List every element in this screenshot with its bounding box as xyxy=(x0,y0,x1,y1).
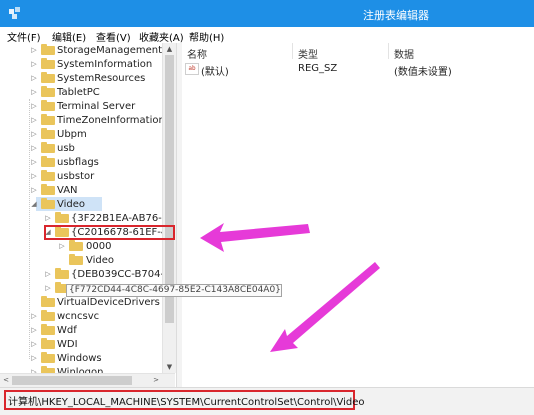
value-data: (数值未设置) xyxy=(394,67,452,78)
scroll-down-icon[interactable]: ▼ xyxy=(163,361,176,373)
folder-icon xyxy=(41,44,55,55)
column-divider[interactable] xyxy=(388,43,389,59)
tree-vertical-scrollbar[interactable]: ▲ ▼ xyxy=(162,43,176,373)
collapse-icon[interactable]: ◢ xyxy=(30,198,38,211)
expand-icon[interactable]: ▷ xyxy=(30,156,38,169)
status-bar: 计算机\HKEY_LOCAL_MACHINE\SYSTEM\CurrentCon… xyxy=(0,387,534,415)
tree-item-label: Windows xyxy=(57,353,102,364)
tree-item-label: wcncsvc xyxy=(57,311,100,322)
folder-icon xyxy=(41,338,55,349)
expand-icon[interactable]: ▷ xyxy=(30,58,38,71)
tree-item-label: WDI xyxy=(57,339,78,350)
key-name-tooltip: {F772CD44-4C8C-4697-85E2-C143A8CE04A0} xyxy=(66,284,282,297)
tree-item-label: Ubpm xyxy=(57,129,87,140)
tree-item-label: usbflags xyxy=(57,157,99,168)
folder-icon xyxy=(41,184,55,195)
folder-icon xyxy=(41,128,55,139)
tree-item-label: VirtualDeviceDrivers xyxy=(57,297,160,308)
menu-help[interactable]: 帮助(H) xyxy=(189,29,224,44)
highlight-box-selected-key xyxy=(44,225,175,240)
scroll-left-icon[interactable]: < xyxy=(0,374,12,387)
folder-icon xyxy=(41,86,55,97)
expand-icon[interactable]: ▷ xyxy=(30,324,38,337)
tree-item-label: SystemInformation xyxy=(57,59,153,70)
folder-icon xyxy=(41,100,55,111)
tree-item-label: SystemResources xyxy=(57,73,146,84)
registry-path: 计算机\HKEY_LOCAL_MACHINE\SYSTEM\CurrentCon… xyxy=(8,397,365,408)
menu-file[interactable]: 文件(F) xyxy=(7,29,41,44)
column-header-data[interactable]: 数据 xyxy=(394,46,414,61)
folder-open-icon xyxy=(41,198,55,209)
value-row-default[interactable]: ab (默认) REG_SZ (数值未设置) xyxy=(182,61,534,78)
expand-icon[interactable]: ▷ xyxy=(58,240,66,253)
menu-view[interactable]: 查看(V) xyxy=(96,29,131,44)
tree-item-label: {3F22B1EA-AB76-49 xyxy=(71,213,175,224)
expand-icon[interactable]: ▷ xyxy=(30,184,38,197)
tree-item-label: Wdf xyxy=(57,325,77,336)
folder-icon xyxy=(69,240,83,251)
expand-icon[interactable]: ▷ xyxy=(30,352,38,365)
expand-icon[interactable]: ▷ xyxy=(30,170,38,183)
folder-icon xyxy=(41,296,55,307)
expand-icon[interactable]: ▷ xyxy=(30,142,38,155)
folder-icon xyxy=(41,352,55,363)
folder-icon xyxy=(55,268,69,279)
menu-favorites[interactable]: 收藏夹(A) xyxy=(139,29,184,44)
expand-icon[interactable]: ▷ xyxy=(44,268,52,281)
folder-icon xyxy=(55,212,69,223)
value-name: (默认) xyxy=(201,67,229,78)
folder-icon xyxy=(41,170,55,181)
folder-icon xyxy=(41,156,55,167)
menu-edit[interactable]: 编辑(E) xyxy=(52,29,86,44)
value-type: REG_SZ xyxy=(298,63,338,74)
expand-icon[interactable]: ▷ xyxy=(30,100,38,113)
regedit-icon xyxy=(9,7,20,19)
title-bar[interactable]: 注册表编辑器 xyxy=(0,0,534,27)
tree-item-label: StorageManagement xyxy=(57,45,162,56)
tree-item-label: usbstor xyxy=(57,171,95,182)
string-value-icon: ab xyxy=(185,63,199,75)
folder-icon xyxy=(69,254,83,265)
tree-item-label: VAN xyxy=(57,185,78,196)
column-divider[interactable] xyxy=(292,43,293,59)
expand-icon[interactable]: ▷ xyxy=(30,128,38,141)
registry-tree[interactable]: ▷ StorageManagement ▷ SystemInformation … xyxy=(0,43,175,387)
expand-icon[interactable]: ▷ xyxy=(30,310,38,323)
tree-item-label: Video xyxy=(57,199,86,210)
menu-bar: 文件(F) 编辑(E) 查看(V) 收藏夹(A) 帮助(H) xyxy=(0,27,534,44)
tree-item-label: TimeZoneInformation xyxy=(57,115,165,126)
window-title: 注册表编辑器 xyxy=(363,9,429,22)
tree-item-label: Terminal Server xyxy=(57,101,136,112)
tree-item-label: usb xyxy=(57,143,75,154)
tree-horizontal-scrollbar[interactable]: < > xyxy=(0,373,175,387)
expand-icon[interactable]: ▷ xyxy=(30,114,38,127)
expand-icon[interactable]: ▷ xyxy=(44,282,52,295)
scroll-thumb[interactable] xyxy=(12,376,132,385)
tree-item-label: Video xyxy=(86,255,115,266)
scroll-right-icon[interactable]: > xyxy=(150,374,162,387)
folder-icon xyxy=(41,58,55,69)
value-list[interactable]: 名称 类型 数据 ab (默认) REG_SZ (数值未设置) xyxy=(182,43,534,387)
expand-icon[interactable]: ▷ xyxy=(44,212,52,225)
column-header-type[interactable]: 类型 xyxy=(298,46,318,61)
column-header-name[interactable]: 名称 xyxy=(187,46,207,61)
folder-icon xyxy=(41,324,55,335)
expand-icon[interactable]: ▷ xyxy=(30,338,38,351)
folder-icon xyxy=(41,142,55,153)
tree-item-label: {DEB039CC-B704-4F xyxy=(71,269,175,280)
expand-icon[interactable]: ▷ xyxy=(30,72,38,85)
scroll-thumb[interactable] xyxy=(165,55,174,323)
folder-icon xyxy=(41,72,55,83)
folder-icon xyxy=(41,114,55,125)
expand-icon[interactable]: ▷ xyxy=(30,86,38,99)
scroll-up-icon[interactable]: ▲ xyxy=(163,43,176,55)
tree-item-label: TabletPC xyxy=(57,87,100,98)
folder-icon xyxy=(41,310,55,321)
tree-item-label: 0000 xyxy=(86,241,112,252)
expand-icon[interactable]: ▷ xyxy=(30,44,38,57)
